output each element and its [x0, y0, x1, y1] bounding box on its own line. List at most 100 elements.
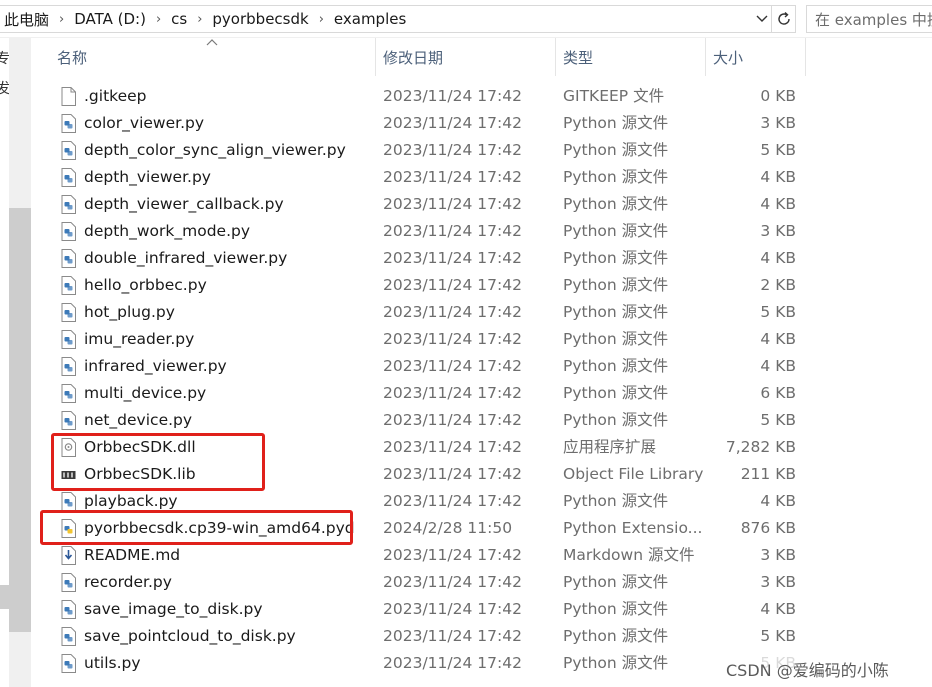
breadcrumb-pyorbbecsdk[interactable]: pyorbbecsdk: [208, 10, 312, 28]
file-size: 6 KB: [760, 384, 796, 402]
file-row[interactable]: save_pointcloud_to_disk.py 2023/11/24 17:…: [31, 623, 932, 650]
file-size: 3 KB: [760, 222, 796, 240]
breadcrumb-separator-icon[interactable]: ›: [53, 12, 70, 27]
column-header-type[interactable]: 类型: [556, 38, 706, 76]
file-type: Python 源文件: [563, 654, 669, 672]
chevron-down-icon[interactable]: [752, 5, 772, 33]
file-size: 4 KB: [760, 195, 796, 213]
file-size: 3 KB: [760, 573, 796, 591]
file-date-modified: 2023/11/24 17:42: [383, 600, 522, 618]
python-file-icon: [61, 141, 76, 160]
file-size: 2 KB: [760, 276, 796, 294]
breadcrumb-separator-icon[interactable]: ›: [191, 12, 208, 27]
file-size: 3 KB: [760, 114, 796, 132]
file-date-modified: 2023/11/24 17:42: [383, 654, 522, 672]
file-size: 4 KB: [760, 600, 796, 618]
breadcrumb-separator-icon[interactable]: ›: [313, 12, 330, 27]
file-row[interactable]: save_image_to_disk.py 2023/11/24 17:42 Pyt…: [31, 596, 932, 623]
file-row[interactable]: recorder.py 2023/11/24 17:42 Python 源文件 3 K…: [31, 569, 932, 596]
file-type: 应用程序扩展: [563, 438, 657, 456]
file-row[interactable]: hello_orbbec.py 2023/11/24 17:42 Python 源文…: [31, 272, 932, 299]
file-row[interactable]: .gitkeep 2023/11/24 17:42 GITKEEP 文件 0 KB: [31, 83, 932, 110]
file-type: Python 源文件: [563, 249, 669, 267]
breadcrumb-examples[interactable]: examples: [330, 10, 410, 28]
file-row[interactable]: depth_work_mode.py 2023/11/24 17:42 Python…: [31, 218, 932, 245]
markdown-file-icon: [61, 546, 76, 565]
file-size: 5 KB: [760, 141, 796, 159]
file-size: 5 KB: [760, 627, 796, 645]
breadcrumb-cs[interactable]: cs: [167, 10, 191, 28]
python-file-icon: [61, 411, 76, 430]
file-name: hot_plug.py: [84, 303, 175, 321]
column-header-date[interactable]: 修改日期: [376, 38, 556, 76]
file-row[interactable]: pyorbbecsdk.cp39-win_amd64.pyd 2024/2/28 …: [31, 515, 932, 542]
file-date-modified: 2023/11/24 17:42: [383, 195, 522, 213]
file-row[interactable]: OrbbecSDK.lib 2023/11/24 17:42 Object File…: [31, 461, 932, 488]
file-type: Python 源文件: [563, 114, 669, 132]
file-type: Python 源文件: [563, 357, 669, 375]
breadcrumb[interactable]: 此电脑 › DATA (D:) › cs › pyorbbecsdk › exa…: [0, 5, 772, 33]
file-row[interactable]: depth_viewer.py 2023/11/24 17:42 Python 源文…: [31, 164, 932, 191]
file-date-modified: 2023/11/24 17:42: [383, 141, 522, 159]
file-row[interactable]: hot_plug.py 2023/11/24 17:42 Python 源文件 5 K…: [31, 299, 932, 326]
file-type: Python 源文件: [563, 276, 669, 294]
breadcrumb-drive[interactable]: DATA (D:): [70, 10, 150, 28]
python-file-icon: [61, 330, 76, 349]
file-date-modified: 2023/11/24 17:42: [383, 627, 522, 645]
file-type: Object File Library: [563, 465, 704, 483]
file-row[interactable]: imu_reader.py 2023/11/24 17:42 Python 源文件 4…: [31, 326, 932, 353]
file-date-modified: 2023/11/24 17:42: [383, 114, 522, 132]
file-date-modified: 2023/11/24 17:42: [383, 438, 522, 456]
pyd-file-icon: [61, 519, 76, 538]
file-date-modified: 2023/11/24 17:42: [383, 492, 522, 510]
dll-file-icon: [61, 438, 76, 457]
file-row[interactable]: playback.py 2023/11/24 17:42 Python 源文件 4 K…: [31, 488, 932, 515]
file-size: 4 KB: [760, 330, 796, 348]
file-size: 876 KB: [740, 519, 796, 537]
file-name: .gitkeep: [84, 87, 147, 105]
python-file-icon: [61, 249, 76, 268]
breadcrumb-separator-icon[interactable]: ›: [150, 12, 167, 27]
python-file-icon: [61, 492, 76, 511]
column-header-size[interactable]: 大小: [706, 38, 806, 76]
file-name: recorder.py: [84, 573, 172, 591]
watermark: CSDN @爱编码的小陈: [726, 657, 889, 681]
file-row[interactable]: depth_color_sync_align_viewer.py 2023/11/…: [31, 137, 932, 164]
column-header-name-label: 名称: [57, 48, 88, 67]
file-row[interactable]: OrbbecSDK.dll 2023/11/24 17:42 应用程序扩展 7,282…: [31, 434, 932, 461]
python-file-icon: [61, 168, 76, 187]
column-header-row: 名称 修改日期 类型 大小: [31, 38, 932, 76]
file-size: 4 KB: [760, 249, 796, 267]
file-row[interactable]: infrared_viewer.py 2023/11/24 17:42 Python…: [31, 353, 932, 380]
python-file-icon: [61, 276, 76, 295]
python-file-icon: [61, 303, 76, 322]
file-size: 211 KB: [740, 465, 796, 483]
python-file-icon: [61, 195, 76, 214]
file-row[interactable]: depth_viewer_callback.py 2023/11/24 17:42…: [31, 191, 932, 218]
column-header-name[interactable]: 名称: [31, 38, 376, 76]
file-size: 0 KB: [760, 87, 796, 105]
file-type: Python 源文件: [563, 195, 669, 213]
file-row[interactable]: README.md 2023/11/24 17:42 Markdown 源文件 3 K…: [31, 542, 932, 569]
file-date-modified: 2023/11/24 17:42: [383, 411, 522, 429]
file-date-modified: 2023/11/24 17:42: [383, 222, 522, 240]
nav-scrollbar-thumb[interactable]: [9, 208, 31, 632]
search-input[interactable]: 在 examples 中搜: [806, 5, 932, 33]
blank-file-icon: [61, 87, 76, 106]
file-date-modified: 2023/11/24 17:42: [383, 357, 522, 375]
file-row[interactable]: color_viewer.py 2023/11/24 17:42 Python 源文…: [31, 110, 932, 137]
refresh-icon[interactable]: [772, 5, 796, 33]
file-date-modified: 2023/11/24 17:42: [383, 87, 522, 105]
breadcrumb-this-pc[interactable]: 此电脑: [0, 9, 53, 30]
scrollbar-thumb[interactable]: [0, 585, 9, 609]
file-name: OrbbecSDK.dll: [84, 438, 196, 456]
file-date-modified: 2024/2/28 11:50: [383, 519, 513, 537]
file-name: double_infrared_viewer.py: [84, 249, 288, 267]
file-name: utils.py: [84, 654, 141, 672]
file-name: save_image_to_disk.py: [84, 600, 263, 618]
file-row[interactable]: net_device.py 2023/11/24 17:42 Python 源文件 5…: [31, 407, 932, 434]
file-row[interactable]: multi_device.py 2023/11/24 17:42 Python 源文…: [31, 380, 932, 407]
file-size: 4 KB: [760, 492, 796, 510]
python-file-icon: [61, 357, 76, 376]
file-row[interactable]: double_infrared_viewer.py 2023/11/24 17:4…: [31, 245, 932, 272]
